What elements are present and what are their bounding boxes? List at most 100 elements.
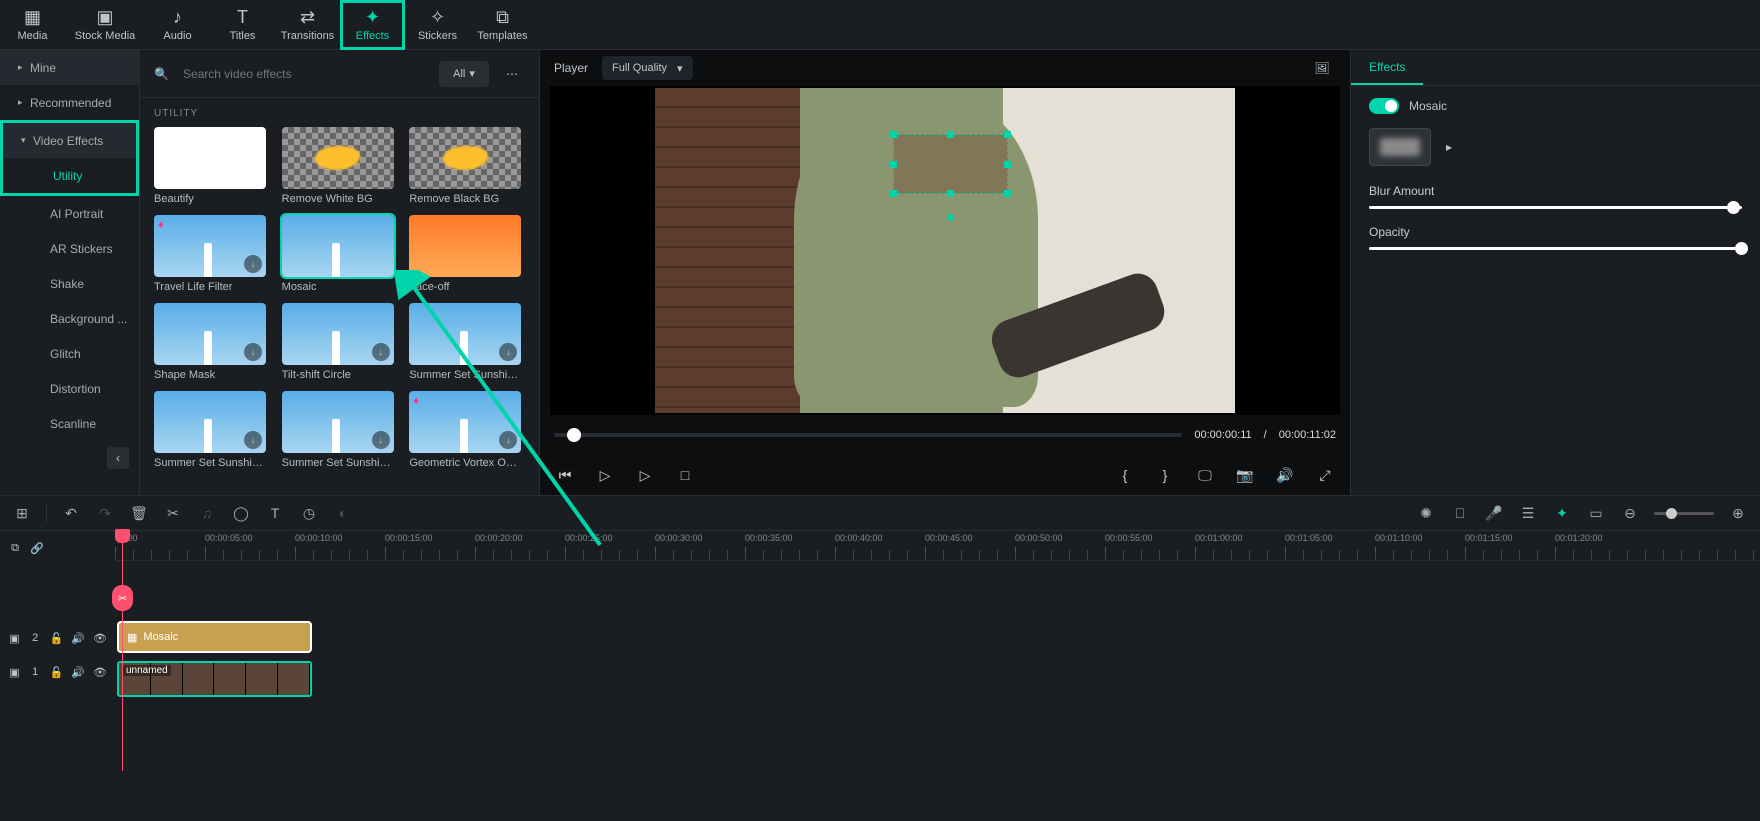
undo-button[interactable]: ↶ — [61, 503, 81, 523]
download-icon[interactable]: ↓ — [244, 343, 262, 361]
filter-select[interactable]: All▾ — [439, 61, 489, 87]
sidebar-item-distortion[interactable]: Distortion — [0, 371, 139, 406]
resize-handle-bottom-left[interactable] — [890, 190, 897, 197]
scrub-thumb[interactable] — [567, 428, 581, 442]
lock-icon[interactable]: 🔓 — [50, 631, 64, 645]
mute-icon[interactable]: 🔊 — [71, 665, 85, 679]
playhead-cut-handle[interactable]: ✂ — [112, 585, 133, 611]
effect-item-beautify[interactable]: Beautify — [154, 127, 270, 205]
preset-next-button[interactable]: ▸ — [1441, 139, 1457, 155]
download-icon[interactable]: ↓ — [244, 255, 262, 273]
mosaic-preset-thumb[interactable] — [1369, 128, 1431, 166]
voice-button[interactable]: 🎤 — [1484, 503, 1504, 523]
zoom-out-button[interactable]: ⊖ — [1620, 503, 1640, 523]
tab-transitions[interactable]: ⇄Transitions — [275, 0, 340, 50]
resize-handle-bottom-right[interactable] — [1004, 190, 1011, 197]
effect-item-mosaic[interactable]: Mosaic — [282, 215, 398, 293]
resize-handle-bottom-mid[interactable] — [947, 190, 954, 197]
effect-item-travel-life-filter[interactable]: ♦↓Travel Life Filter — [154, 215, 270, 293]
tab-templates[interactable]: ⧉Templates — [470, 0, 535, 50]
video-viewport[interactable] — [550, 86, 1340, 415]
sidebar-item-background[interactable]: Background ... — [0, 301, 139, 336]
delete-button[interactable]: 🗑 — [129, 503, 149, 523]
rotate-handle[interactable] — [947, 214, 954, 221]
blur-slider-thumb[interactable] — [1727, 201, 1740, 214]
mosaic-toggle[interactable] — [1369, 98, 1399, 114]
aspect-button[interactable]: ▭ — [1586, 503, 1606, 523]
render-button[interactable]: ✺ — [1416, 503, 1436, 523]
resize-handle-top-mid[interactable] — [947, 131, 954, 138]
download-icon[interactable]: ↓ — [244, 431, 262, 449]
video-clip[interactable]: unnamed — [117, 661, 312, 697]
effect-item-summer-set-sunshine-[interactable]: ↓Summer Set Sunshine ... — [154, 391, 270, 469]
playhead[interactable]: ✂ — [122, 531, 123, 771]
resize-handle-top-right[interactable] — [1004, 131, 1011, 138]
lock-icon[interactable]: 🔓 — [50, 665, 64, 679]
search-input[interactable] — [179, 63, 429, 85]
scrub-track[interactable] — [554, 433, 1182, 437]
sidebar-item-ar-stickers[interactable]: AR Stickers — [0, 231, 139, 266]
sidebar-item-mine[interactable]: ▸Mine — [0, 50, 139, 85]
marker-button[interactable]: ⎕ — [1450, 503, 1470, 523]
effect-item-remove-black-bg[interactable]: Remove Black BG — [409, 127, 525, 205]
sidebar-item-ai-portrait[interactable]: AI Portrait — [0, 196, 139, 231]
stop-button[interactable]: □ — [674, 464, 696, 486]
camera-button[interactable]: 📷 — [1234, 464, 1256, 486]
zoom-slider[interactable] — [1654, 512, 1714, 515]
effect-item-tilt-shift-circle[interactable]: ↓Tilt-shift Circle — [282, 303, 398, 381]
split-button[interactable]: ✂ — [163, 503, 183, 523]
mark-out-button[interactable]: } — [1154, 464, 1176, 486]
tag-button[interactable]: ◯ — [231, 503, 251, 523]
effect-item-summer-set-sunshine-[interactable]: ↓Summer Set Sunshine ... — [282, 391, 398, 469]
sidebar-item-glitch[interactable]: Glitch — [0, 336, 139, 371]
playhead-head-icon[interactable] — [115, 529, 130, 543]
sidebar-item-video-effects[interactable]: ▾Video Effects — [3, 123, 136, 158]
tab-media[interactable]: ▦Media — [0, 0, 65, 50]
quality-select[interactable]: Full Quality▾ — [602, 56, 693, 80]
more-button[interactable]: ⋯ — [499, 61, 525, 87]
tab-titles[interactable]: TTitles — [210, 0, 275, 50]
effect-item-geometric-vortex-ove-[interactable]: ♦↓Geometric Vortex Ove... — [409, 391, 525, 469]
download-icon[interactable]: ↓ — [372, 343, 390, 361]
magnetic-button[interactable]: ✦ — [1552, 503, 1572, 523]
effect-item-face-off[interactable]: Face-off — [409, 215, 525, 293]
opacity-slider[interactable] — [1369, 247, 1742, 250]
snapshot-button[interactable]: 🖼 — [1308, 56, 1336, 80]
effect-clip-mosaic[interactable]: ▦ Mosaic — [117, 621, 312, 653]
sidebar-item-shake[interactable]: Shake — [0, 266, 139, 301]
speed-button[interactable]: ◷ — [299, 503, 319, 523]
layout-button[interactable]: ⊞ — [12, 503, 32, 523]
link-icon[interactable]: 🔗 — [30, 541, 44, 555]
tab-audio[interactable]: ♪Audio — [145, 0, 210, 50]
opacity-slider-thumb[interactable] — [1735, 242, 1748, 255]
visibility-icon[interactable]: 👁 — [93, 631, 107, 645]
effect-item-shape-mask[interactable]: ↓Shape Mask — [154, 303, 270, 381]
effect-item-remove-white-bg[interactable]: Remove White BG — [282, 127, 398, 205]
effect-item-summer-set-sunshine-[interactable]: ↓Summer Set Sunshine ... — [409, 303, 525, 381]
props-tab-effects[interactable]: Effects — [1351, 50, 1423, 85]
copy-icon[interactable]: ⧉ — [8, 541, 22, 555]
download-icon[interactable]: ↓ — [372, 431, 390, 449]
download-icon[interactable]: ↓ — [499, 431, 517, 449]
download-icon[interactable]: ↓ — [499, 343, 517, 361]
tab-stickers[interactable]: ✧Stickers — [405, 0, 470, 50]
time-ruler[interactable]: 00:0000:00:05:0000:00:10:0000:00:15:0000… — [115, 531, 1760, 561]
resize-handle-mid-left[interactable] — [890, 161, 897, 168]
visibility-icon[interactable]: 👁 — [93, 665, 107, 679]
sidebar-back-button[interactable]: ‹ — [107, 447, 129, 469]
mute-icon[interactable]: 🔊 — [71, 631, 85, 645]
mark-in-button[interactable]: { — [1114, 464, 1136, 486]
play-button[interactable]: ▷ — [594, 464, 616, 486]
sidebar-item-recommended[interactable]: ▸Recommended — [0, 85, 139, 120]
zoom-in-button[interactable]: ⊕ — [1728, 503, 1748, 523]
volume-button[interactable]: 🔊 — [1274, 464, 1296, 486]
sidebar-item-utility[interactable]: Utility — [3, 158, 136, 193]
resize-handle-mid-right[interactable] — [1004, 161, 1011, 168]
resize-handle-top-left[interactable] — [890, 131, 897, 138]
text-button[interactable]: T — [265, 503, 285, 523]
fullscreen-button[interactable]: ⤢ — [1314, 464, 1336, 486]
sidebar-item-scanline[interactable]: Scanline — [0, 406, 139, 441]
display-button[interactable]: 🖵 — [1194, 464, 1216, 486]
tab-stock-media[interactable]: ▣Stock Media — [65, 0, 145, 50]
prev-frame-button[interactable]: ⏮ — [554, 464, 576, 486]
